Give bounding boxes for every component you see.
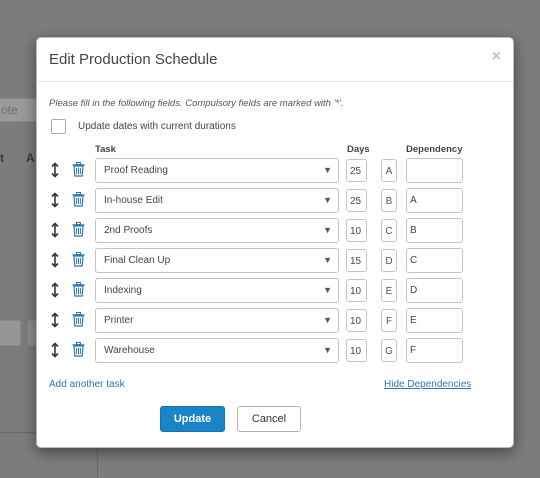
column-header-dependency: Dependency: [406, 144, 463, 155]
task-letter: G: [381, 339, 397, 362]
task-select-value: In-house Edit: [104, 195, 163, 206]
task-select-value: Printer: [104, 315, 134, 326]
chevron-down-icon: ▼: [323, 165, 332, 175]
trash-icon[interactable]: [72, 342, 85, 357]
task-select[interactable]: 2nd Proofs ▼: [95, 218, 339, 243]
cancel-button[interactable]: Cancel: [237, 406, 301, 432]
dependency-input[interactable]: B: [406, 218, 463, 243]
days-input[interactable]: 10: [346, 309, 367, 332]
task-row: Warehouse ▼ 10 G F: [37, 338, 515, 363]
drag-handle-icon[interactable]: [49, 222, 61, 238]
task-letter: F: [381, 309, 397, 332]
drag-handle-icon[interactable]: [49, 282, 61, 298]
task-letter: A: [381, 159, 397, 182]
background-column-header: A: [26, 151, 35, 165]
background-column-header: t: [0, 151, 4, 165]
chevron-down-icon: ▼: [323, 345, 332, 355]
days-input[interactable]: 25: [346, 189, 367, 212]
trash-icon[interactable]: [72, 312, 85, 327]
drag-handle-icon[interactable]: [49, 312, 61, 328]
chevron-down-icon: ▼: [323, 285, 332, 295]
modal-header: Edit Production Schedule ×: [37, 38, 513, 82]
task-select-value: Final Clean Up: [104, 255, 171, 266]
task-select-value: Warehouse: [104, 345, 155, 356]
task-letter: B: [381, 189, 397, 212]
dependency-input[interactable]: D: [406, 278, 463, 303]
task-select[interactable]: Printer ▼: [95, 308, 339, 333]
task-letter: E: [381, 279, 397, 302]
task-select[interactable]: In-house Edit ▼: [95, 188, 339, 213]
drag-handle-icon[interactable]: [49, 162, 61, 178]
hide-dependencies-link[interactable]: Hide Dependencies: [384, 379, 471, 390]
task-row: 2nd Proofs ▼ 10 C B: [37, 218, 515, 243]
column-header-days: Days: [347, 144, 370, 155]
drag-handle-icon[interactable]: [49, 252, 61, 268]
instructions-text: Please fill in the following fields. Com…: [49, 98, 344, 109]
dependency-input[interactable]: [406, 158, 463, 183]
modal-title: Edit Production Schedule: [49, 51, 218, 68]
edit-production-schedule-modal: Edit Production Schedule × Please fill i…: [36, 37, 514, 448]
column-header-task: Task: [95, 144, 116, 155]
task-select[interactable]: Proof Reading ▼: [95, 158, 339, 183]
days-input[interactable]: 10: [346, 279, 367, 302]
dependency-input[interactable]: C: [406, 248, 463, 273]
chevron-down-icon: ▼: [323, 255, 332, 265]
task-letter: D: [381, 249, 397, 272]
task-letter: C: [381, 219, 397, 242]
task-row: Proof Reading ▼ 25 A: [37, 158, 515, 183]
task-select[interactable]: Warehouse ▼: [95, 338, 339, 363]
trash-icon[interactable]: [72, 162, 85, 177]
update-button[interactable]: Update: [160, 406, 225, 432]
update-dates-option: Update dates with current durations: [51, 119, 236, 134]
task-select[interactable]: Indexing ▼: [95, 278, 339, 303]
task-select-value: 2nd Proofs: [104, 225, 153, 236]
background-input-text: ote: [1, 103, 18, 117]
update-dates-label: Update dates with current durations: [78, 121, 236, 132]
trash-icon[interactable]: [72, 192, 85, 207]
task-select[interactable]: Final Clean Up ▼: [95, 248, 339, 273]
background-button: [0, 320, 21, 346]
trash-icon[interactable]: [72, 282, 85, 297]
days-input[interactable]: 15: [346, 249, 367, 272]
task-row: Final Clean Up ▼ 15 D C: [37, 248, 515, 273]
drag-handle-icon[interactable]: [49, 342, 61, 358]
days-input[interactable]: 10: [346, 219, 367, 242]
chevron-down-icon: ▼: [323, 195, 332, 205]
task-select-value: Proof Reading: [104, 165, 168, 176]
chevron-down-icon: ▼: [323, 225, 332, 235]
update-dates-checkbox[interactable]: [51, 119, 66, 134]
add-another-task-link[interactable]: Add another task: [49, 379, 125, 390]
task-row: In-house Edit ▼ 25 B A: [37, 188, 515, 213]
dependency-input[interactable]: E: [406, 308, 463, 333]
dependency-input[interactable]: F: [406, 338, 463, 363]
task-row: Printer ▼ 10 F E: [37, 308, 515, 333]
days-input[interactable]: 25: [346, 159, 367, 182]
trash-icon[interactable]: [72, 252, 85, 267]
days-input[interactable]: 10: [346, 339, 367, 362]
drag-handle-icon[interactable]: [49, 192, 61, 208]
task-row: Indexing ▼ 10 E D: [37, 278, 515, 303]
close-icon[interactable]: ×: [492, 48, 501, 66]
chevron-down-icon: ▼: [323, 315, 332, 325]
dependency-input[interactable]: A: [406, 188, 463, 213]
task-select-value: Indexing: [104, 285, 142, 296]
trash-icon[interactable]: [72, 222, 85, 237]
